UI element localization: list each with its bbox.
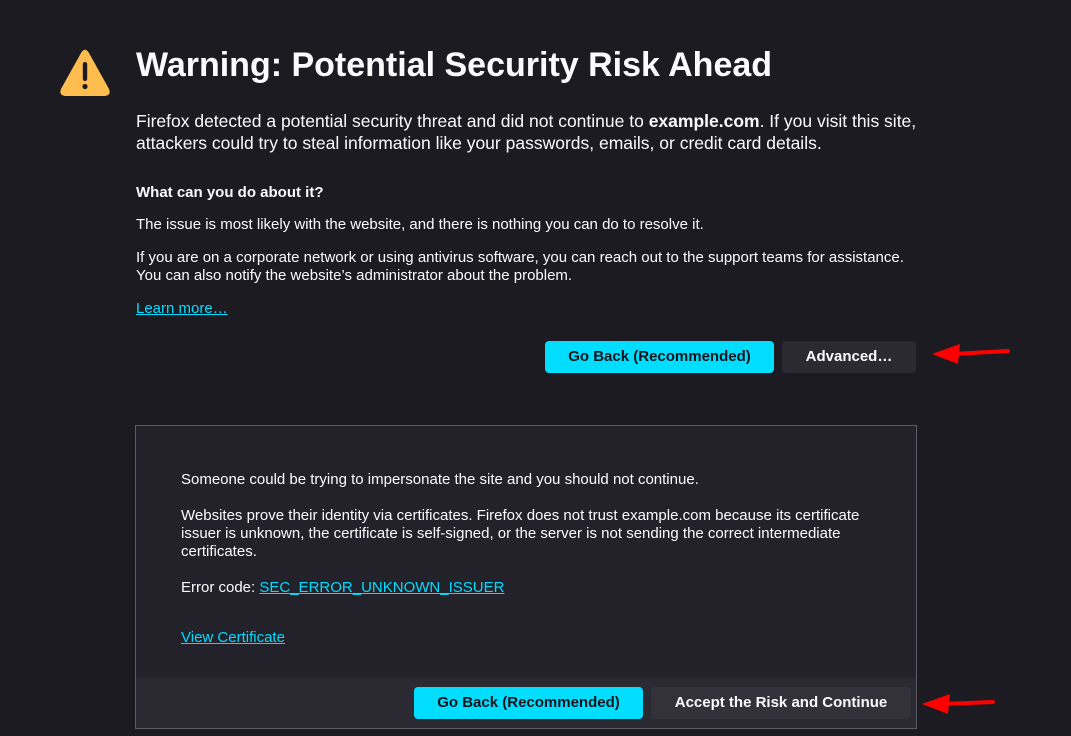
warning-icon	[60, 49, 110, 96]
error-code-link[interactable]: SEC_ERROR_UNKNOWN_ISSUER	[259, 579, 504, 596]
error-code-label: Error code:	[181, 579, 260, 596]
accept-risk-button[interactable]: Accept the Risk and Continue	[651, 687, 911, 719]
advanced-panel-footer: Go Back (Recommended) Accept the Risk an…	[136, 678, 916, 728]
site-name: example.com	[648, 111, 760, 131]
error-code-line: Error code: SEC_ERROR_UNKNOWN_ISSUER	[181, 579, 871, 597]
advanced-paragraph-1: Someone could be trying to impersonate t…	[181, 471, 699, 488]
annotation-arrow-icon	[932, 344, 1010, 364]
go-back-button[interactable]: Go Back (Recommended)	[545, 341, 774, 373]
view-certificate-link[interactable]: View Certificate	[181, 629, 285, 647]
intro-text: Firefox detected a potential security th…	[136, 110, 926, 154]
annotation-arrow-icon-2	[922, 694, 995, 714]
page-title: Warning: Potential Security Risk Ahead	[136, 46, 773, 84]
help-heading: What can you do about it?	[136, 184, 324, 201]
advanced-button[interactable]: Advanced…	[782, 341, 916, 373]
help-paragraph-1: The issue is most likely with the websit…	[136, 216, 704, 233]
intro-text-before: Firefox detected a potential security th…	[136, 111, 649, 131]
help-paragraph-2: If you are on a corporate network or usi…	[136, 249, 904, 284]
advanced-panel: Someone could be trying to impersonate t…	[135, 425, 917, 729]
go-back-button-advanced[interactable]: Go Back (Recommended)	[414, 687, 643, 719]
learn-more-link[interactable]: Learn more…	[136, 300, 228, 318]
advanced-paragraph-2: Websites prove their identity via certif…	[181, 507, 860, 560]
